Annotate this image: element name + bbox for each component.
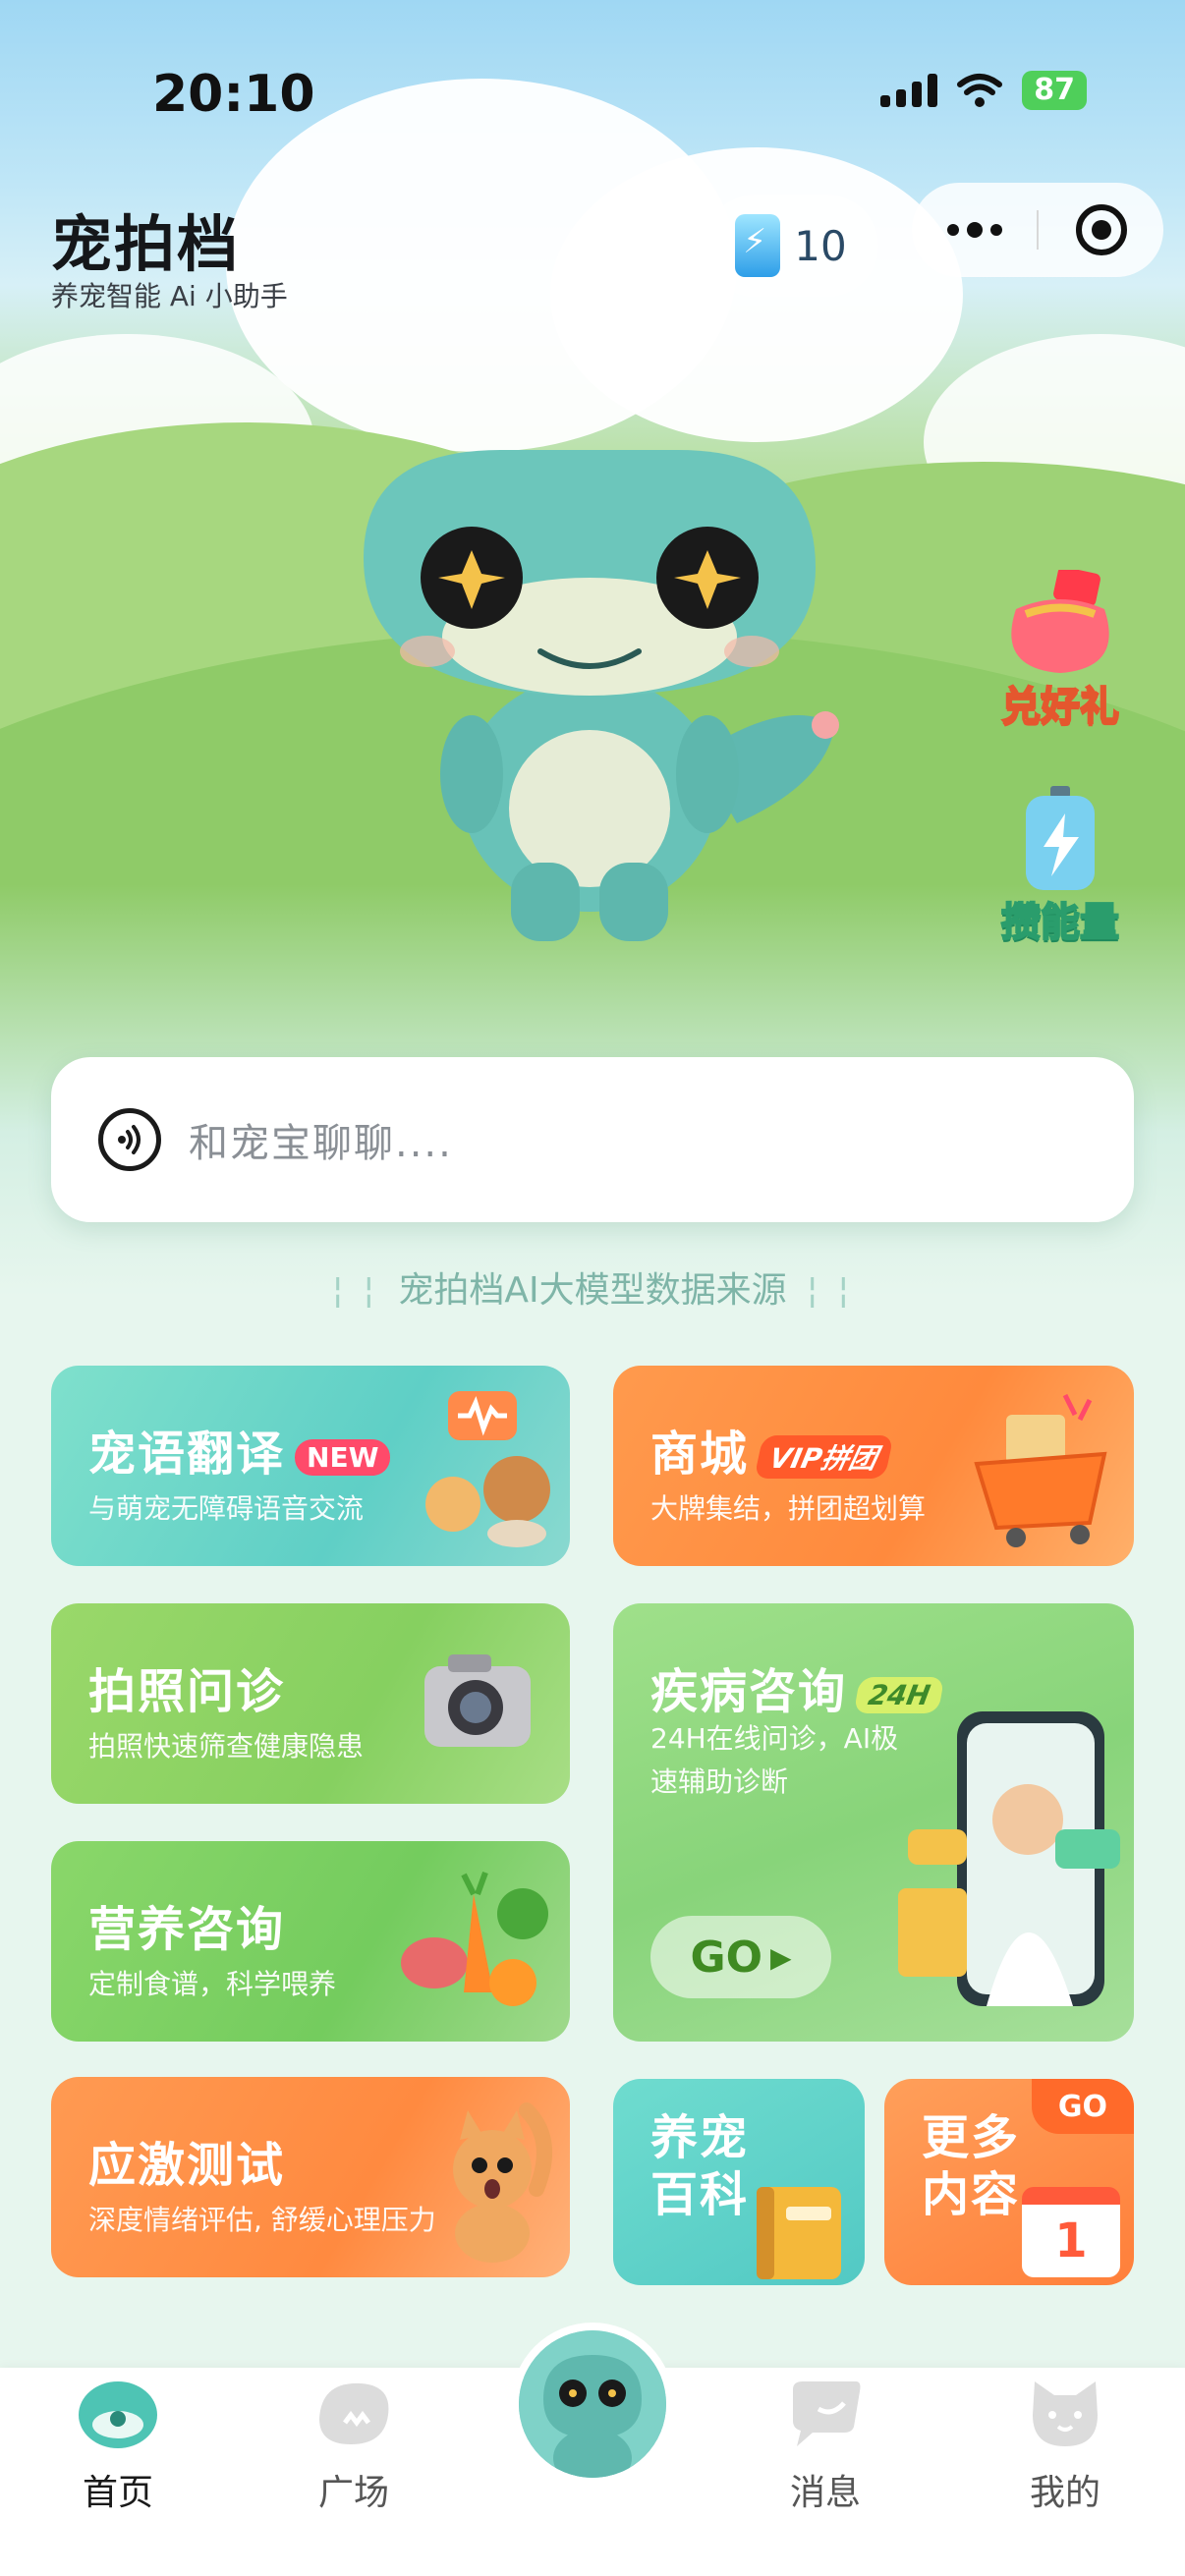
collect-energy-label: 攒能量 [1000, 899, 1120, 946]
stress-test-desc: 深度情绪评估, 舒缓心理压力 [88, 2204, 436, 2236]
mall-title: 商城 [650, 1427, 750, 1482]
go-badge: GO [1032, 2079, 1134, 2134]
home-icon [79, 2381, 157, 2448]
chat-placeholder: 和宠宝聊聊.... [189, 1121, 453, 1166]
stress-test-title: 应激测试 [88, 2138, 286, 2193]
calendar-day: 1 [1054, 2213, 1088, 2268]
energy-battery-icon [735, 214, 781, 277]
wifi-icon [957, 74, 1003, 107]
app-subtitle: 养宠智能 Ai 小助手 [51, 280, 288, 312]
tab-messages-label: 消息 [789, 2473, 861, 2513]
tab-home-label: 首页 [82, 2473, 153, 2513]
cat-dog-illustration-icon [425, 1391, 550, 1547]
tab-messages[interactable]: 消息 [737, 2368, 914, 2576]
gift-bag-icon [1011, 566, 1109, 673]
signal-icon [880, 74, 938, 107]
data-source-text: 宠拍档AI大模型数据来源 [398, 1270, 787, 1311]
mascot-character[interactable] [324, 430, 855, 961]
play-triangle-icon: ▶ [769, 1940, 792, 1974]
tab-plaza[interactable]: 广场 [265, 2368, 442, 2576]
pet-translate-desc: 与萌宠无障碍语音交流 [88, 1492, 365, 1525]
data-source-note: ¦ ¦ 宠拍档AI大模型数据来源 ¦ ¦ [0, 1261, 1185, 1313]
food-vegetables-icon [401, 1871, 548, 2006]
calendar-icon: 1 [1022, 2187, 1120, 2277]
energy-count: 10 [794, 221, 847, 270]
status-time: 20:10 [152, 65, 315, 124]
tab-profile[interactable]: 我的 [977, 2368, 1154, 2576]
app-title: 宠拍档 [51, 208, 241, 280]
profile-cat-icon [1033, 2381, 1098, 2446]
card-title: 宠语翻译 NEW [88, 1415, 391, 1484]
pet-translate-title: 宠语翻译 [88, 1427, 286, 1482]
camera-icon [424, 1654, 531, 1747]
chat-input-bar[interactable]: 和宠宝聊聊.... [51, 1057, 1134, 1222]
more-content-card[interactable]: 更多 内容 GO 1 [884, 2079, 1134, 2285]
pet-translate-card[interactable]: 宠语翻译 NEW 与萌宠无障碍语音交流 [51, 1366, 570, 1566]
close-miniprogram-button[interactable] [1039, 183, 1163, 277]
pet-wiki-title-2: 百科 [650, 2167, 750, 2222]
tab-plaza-label: 广场 [317, 2473, 389, 2513]
collect-energy-badge[interactable]: 攒能量 [987, 786, 1134, 953]
mall-card[interactable]: 商城 VIP拼团 大牌集结，拼团超划算 [613, 1366, 1134, 1566]
photo-consult-title: 拍照问诊 [88, 1664, 286, 1719]
new-tag: NEW [295, 1438, 391, 1476]
battery-indicator: 87 [1022, 71, 1087, 110]
nutrition-consult-title: 营养咨询 [88, 1902, 286, 1957]
redeem-gift-label: 兑好礼 [1000, 683, 1120, 730]
disease-consult-title: 疾病咨询 [650, 1664, 848, 1719]
book-icon [757, 2187, 841, 2279]
disease-consult-card[interactable]: 疾病咨询 24H 24H在线问诊，AI极 速辅助诊断 GO ▶ [613, 1603, 1134, 2042]
24h-tag: 24H [853, 1676, 945, 1713]
disease-consult-desc-2: 速辅助诊断 [650, 1765, 789, 1798]
disease-consult-desc-1: 24H在线问诊，AI极 [650, 1722, 899, 1755]
target-close-icon [1075, 204, 1127, 255]
stress-test-card[interactable]: 应激测试 深度情绪评估, 舒缓心理压力 [51, 2077, 570, 2277]
more-dots-icon [946, 222, 1002, 238]
redeem-gift-badge[interactable]: 兑好礼 [987, 566, 1134, 737]
nutrition-consult-card[interactable]: 营养咨询 定制食谱，科学喂养 [51, 1841, 570, 2042]
go-button-label: GO [690, 1932, 762, 1983]
card-title: 商城 VIP拼团 [650, 1415, 894, 1484]
photo-consult-desc: 拍照快速筛查健康隐患 [88, 1730, 365, 1763]
photo-consult-card[interactable]: 拍照问诊 拍照快速筛查健康隐患 [51, 1603, 570, 1804]
go-button[interactable]: GO ▶ [650, 1916, 831, 1998]
message-icon [793, 2381, 861, 2446]
status-icons: 87 [880, 71, 1087, 110]
tab-profile-label: 我的 [1029, 2473, 1100, 2513]
decor-bars-left: ¦ ¦ [331, 1270, 379, 1311]
pet-wiki-card[interactable]: 养宠 百科 [613, 2079, 865, 2285]
more-button[interactable] [912, 183, 1037, 277]
plaza-icon [319, 2382, 389, 2444]
decor-bars-right: ¦ ¦ [806, 1270, 854, 1311]
voice-icon[interactable] [98, 1108, 161, 1171]
tab-center-mascot-button[interactable] [511, 2323, 674, 2486]
tab-home[interactable]: 首页 [29, 2368, 206, 2576]
doctor-phone-illustration-icon [898, 1711, 1120, 2006]
scared-cat-icon [453, 2102, 552, 2263]
energy-counter[interactable]: 10 [704, 195, 878, 297]
mall-desc: 大牌集结，拼团超划算 [650, 1492, 927, 1525]
shopping-cart-icon [974, 1393, 1107, 1547]
mini-program-capsule [912, 183, 1163, 277]
more-content-title-2: 内容 [922, 2167, 1021, 2222]
vip-group-tag: VIP拼团 [754, 1435, 894, 1479]
nutrition-consult-desc: 定制食谱，科学喂养 [88, 1968, 337, 2000]
mascot-center-icon [519, 2330, 666, 2478]
energy-battery-icon [1026, 786, 1095, 890]
